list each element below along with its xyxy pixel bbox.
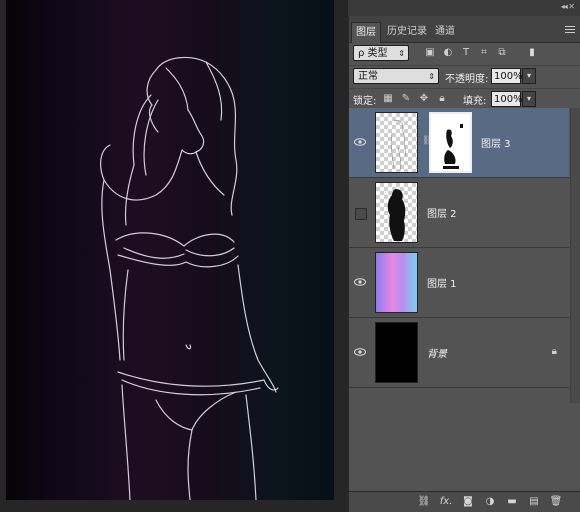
shape-filter-icon[interactable]: ⌗ (477, 46, 491, 60)
fx-icon[interactable]: fx. (439, 495, 453, 509)
layer-row[interactable]: 背景 🔒︎ (349, 318, 569, 388)
document-canvas-area[interactable] (0, 0, 348, 512)
tab-layers[interactable]: 图层 (351, 22, 381, 43)
filter-type-select[interactable]: ρ 类型 ⇕ (353, 45, 409, 61)
adjustment-layer-icon[interactable]: ◑ (483, 495, 497, 509)
tab-channels[interactable]: 通道 (431, 22, 459, 42)
layers-scrollbar[interactable] (570, 108, 580, 403)
filter-toggle-icon[interactable]: ▮ (525, 46, 539, 60)
lock-label: 锁定: (353, 96, 377, 107)
layers-list: ⛓︎ 图层 3 图层 2 图层 1 背景 🔒︎ (349, 108, 580, 403)
layer-name[interactable]: 图层 3 (481, 135, 511, 150)
layer-thumbnail[interactable] (375, 112, 418, 173)
layer-thumbnail[interactable] (375, 182, 418, 243)
layers-bottom-toolbar: ⛓︎ fx. ◙ ◑ ▬ ▤ 🗑︎ (349, 491, 580, 512)
panel-dock-header: ◂◂ ✕ (348, 0, 580, 16)
smart-object-filter-icon[interactable]: ⧉ (495, 46, 509, 60)
tab-history[interactable]: 历史记录 (383, 22, 431, 42)
figure-line-art (100, 56, 279, 500)
layer-name[interactable]: 图层 1 (427, 275, 457, 290)
layer-thumbnail[interactable] (375, 252, 418, 313)
trash-icon[interactable]: 🗑︎ (549, 495, 563, 509)
lock-icon: 🔒︎ (551, 346, 557, 357)
layer-row[interactable]: 图层 1 (349, 248, 569, 318)
eye-visibility-icon[interactable] (353, 345, 367, 359)
opacity-dropdown-icon[interactable]: ▾ (522, 68, 536, 84)
chain-link-icon[interactable]: ⛓︎ (422, 136, 433, 148)
layer-name[interactable]: 背景 (427, 345, 447, 360)
blend-mode-select[interactable]: 正常 ⇕ (353, 68, 439, 84)
adjustment-filter-icon[interactable]: ◐ (441, 46, 455, 60)
lock-paint-icon[interactable]: ✎ (399, 92, 413, 106)
lock-position-icon[interactable]: ✥ (417, 92, 431, 106)
text-filter-icon[interactable]: T (459, 46, 473, 60)
eye-visibility-icon[interactable] (353, 275, 367, 289)
filter-row: ρ 类型 ⇕ ▣ ◐ T ⌗ ⧉ ▮ (349, 43, 580, 63)
lock-row: 锁定: ▦ ✎ ✥ 🔒︎ 填充: 100% ▾ (349, 88, 580, 109)
link-icon[interactable]: ⛓︎ (417, 495, 431, 509)
blend-mode-value: 正常 (358, 71, 378, 82)
panel-menu-icon[interactable] (565, 26, 575, 35)
chevron-updown-icon: ⇕ (428, 72, 435, 81)
layer-name[interactable]: 图层 2 (427, 205, 457, 220)
lock-transparency-icon[interactable]: ▦ (381, 92, 395, 106)
layers-panel: 图层 历史记录 通道 ρ 类型 ⇕ ▣ ◐ T ⌗ ⧉ ▮ 正常 ⇕ 不透明度:… (348, 16, 580, 512)
fill-input[interactable]: 100% (491, 91, 523, 107)
fill-dropdown-icon[interactable]: ▾ (522, 91, 536, 107)
visibility-toggle-empty[interactable] (355, 208, 367, 220)
image-filter-icon[interactable]: ▣ (423, 46, 437, 60)
opacity-label: 不透明度: (445, 74, 489, 85)
new-layer-icon[interactable]: ▤ (527, 495, 541, 509)
opacity-input[interactable]: 100% (491, 68, 523, 84)
layer-mask-thumbnail[interactable] (429, 112, 472, 173)
filter-type-label: ρ 类型 (358, 48, 388, 59)
group-folder-icon[interactable]: ▬ (505, 495, 519, 509)
add-mask-icon[interactable]: ◙ (461, 495, 475, 509)
layer-row[interactable]: ⛓︎ 图层 3 (349, 108, 569, 178)
chevron-updown-icon: ⇕ (398, 49, 405, 58)
blend-row: 正常 ⇕ 不透明度: 100% ▾ (349, 65, 580, 88)
layer-thumbnail[interactable] (375, 322, 418, 383)
layer-row[interactable]: 图层 2 (349, 178, 569, 248)
fill-label: 填充: (463, 96, 487, 107)
lock-all-icon[interactable]: 🔒︎ (435, 92, 449, 106)
collapse-panels-icon[interactable]: ◂◂ ✕ (561, 2, 575, 11)
eye-visibility-icon[interactable] (353, 135, 367, 149)
document-image[interactable] (6, 0, 334, 500)
panel-tabs: 图层 历史记录 通道 (349, 16, 580, 43)
